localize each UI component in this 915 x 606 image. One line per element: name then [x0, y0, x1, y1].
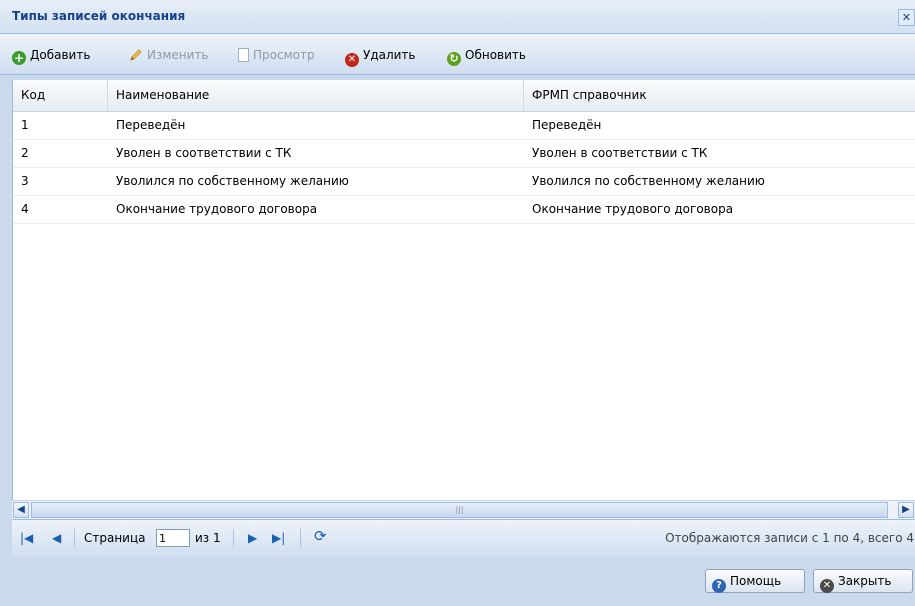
delete-circle-icon: ✕: [345, 53, 359, 67]
page-number-input[interactable]: [156, 529, 190, 547]
window-title: Типы записей окончания: [12, 9, 186, 23]
delete-button-label: Удалить: [363, 48, 416, 62]
help-button[interactable]: ? Помощь: [705, 569, 805, 593]
paging-toolbar: |◀ ◀ Страница из 1 ▶ ▶| ⟳ Отображаются з…: [12, 519, 915, 558]
close-icon[interactable]: ✕: [898, 9, 915, 26]
scrollbar-thumb[interactable]: |||: [31, 502, 888, 518]
dialog-window: Типы записей окончания ✕ + Добавить Измен…: [0, 0, 915, 606]
view-button[interactable]: Просмотр: [238, 46, 315, 64]
cell-code: 2: [21, 146, 29, 160]
cell-frmp: Уволен в соответствии с ТК: [532, 146, 708, 160]
cell-frmp: Окончание трудового договора: [532, 202, 734, 216]
column-header-code[interactable]: Код: [13, 80, 108, 111]
scroll-right-icon[interactable]: ▶: [898, 502, 914, 518]
table-row[interactable]: 1 Переведён Переведён: [13, 111, 915, 140]
cell-frmp: Уволился по собственному желанию: [532, 174, 765, 188]
add-button-label: Добавить: [30, 48, 91, 62]
cell-code: 1: [21, 118, 29, 132]
pager-separator: [300, 529, 301, 547]
view-button-label: Просмотр: [253, 48, 315, 62]
table-row[interactable]: 3 Уволился по собственному желанию Уволи…: [13, 167, 915, 196]
toolbar: + Добавить Изменить Просмотр ✕ Удалить ↻ Об…: [0, 34, 915, 75]
pager-separator: [74, 529, 75, 547]
records-status: Отображаются записи с 1 по 4, всего 4: [665, 531, 914, 545]
cell-code: 4: [21, 202, 29, 216]
first-page-icon[interactable]: |◀: [20, 531, 33, 545]
pager-separator: [233, 529, 234, 547]
column-header-name[interactable]: Наименование: [108, 80, 524, 111]
close-circle-icon: ✕: [820, 579, 834, 593]
help-icon: ?: [712, 579, 726, 593]
document-icon: [238, 48, 249, 62]
cell-name: Переведён: [116, 118, 186, 132]
table-row[interactable]: 4 Окончание трудового договора Окончание…: [13, 195, 915, 224]
dialog-footer: ? Помощь ✕ Закрыть: [0, 557, 915, 606]
table-row[interactable]: 2 Уволен в соответствии с ТК Уволен в со…: [13, 139, 915, 168]
horizontal-scrollbar[interactable]: ◀ ||| ▶: [12, 500, 915, 519]
plus-circle-icon: +: [12, 51, 26, 65]
cell-name: Уволился по собственному желанию: [116, 174, 349, 188]
next-page-icon[interactable]: ▶: [248, 531, 257, 545]
scroll-left-icon[interactable]: ◀: [13, 502, 29, 518]
last-page-icon[interactable]: ▶|: [272, 531, 285, 545]
refresh-icon[interactable]: ⟳: [314, 529, 327, 544]
refresh-circle-icon: ↻: [447, 52, 461, 66]
close-button[interactable]: ✕ Закрыть: [813, 569, 913, 593]
cell-name: Уволен в соответствии с ТК: [116, 146, 292, 160]
refresh-button-label: Обновить: [465, 48, 526, 62]
column-header-frmp[interactable]: ФРМП справочник: [524, 80, 915, 111]
help-button-label: Помощь: [730, 574, 782, 588]
delete-button[interactable]: ✕ Удалить: [345, 46, 416, 67]
edit-button[interactable]: Изменить: [129, 46, 209, 64]
add-button[interactable]: + Добавить: [12, 46, 91, 65]
cell-name: Окончание трудового договора: [116, 202, 318, 216]
title-bar: Типы записей окончания ✕: [0, 0, 915, 34]
cell-code: 3: [21, 174, 29, 188]
cell-frmp: Переведён: [532, 118, 602, 132]
close-button-label: Закрыть: [838, 574, 892, 588]
page-label: Страница: [84, 531, 146, 545]
page-count-label: из 1: [195, 531, 221, 545]
records-grid: Код Наименование ФРМП справочник 1 Перев…: [12, 80, 915, 518]
refresh-button[interactable]: ↻ Обновить: [447, 46, 526, 66]
pencil-icon: [130, 49, 142, 61]
previous-page-icon[interactable]: ◀: [52, 531, 61, 545]
grid-header: Код Наименование ФРМП справочник: [13, 80, 915, 112]
edit-button-label: Изменить: [147, 48, 209, 62]
